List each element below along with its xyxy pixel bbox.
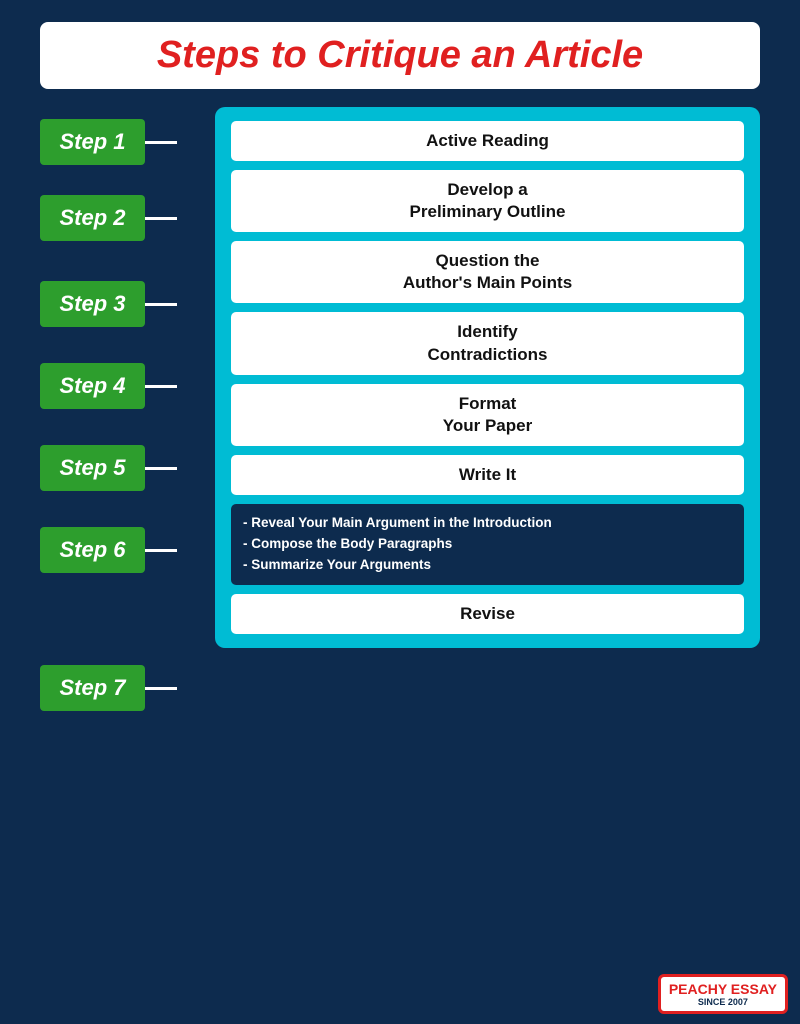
step-2-badge: Step 2 — [40, 195, 145, 241]
step-7-row: Step 7 — [40, 665, 215, 711]
write-it-sub-box: - Reveal Your Main Argument in the Intro… — [231, 504, 744, 585]
step-4-row: Step 4 — [40, 363, 215, 409]
connector-2 — [145, 217, 177, 220]
connector-7 — [145, 687, 177, 690]
step-3-badge: Step 3 — [40, 281, 145, 327]
connector-3 — [145, 303, 177, 306]
logo-sub: SINCE 2007 — [669, 997, 777, 1007]
content-panel: Active Reading Develop aPreliminary Outl… — [215, 107, 760, 648]
connector-1 — [145, 141, 177, 144]
connector-4 — [145, 385, 177, 388]
question-author-box: Question theAuthor's Main Points — [231, 241, 744, 303]
main-layout: Step 1 Step 2 Step 3 Step 4 Step 5 Step … — [40, 107, 760, 721]
step-3-row: Step 3 — [40, 281, 215, 327]
step-6-badge: Step 6 — [40, 527, 145, 573]
title-box: Steps to Critique an Article — [40, 22, 760, 89]
step-4-badge: Step 4 — [40, 363, 145, 409]
step-1-row: Step 1 — [40, 119, 215, 165]
revise-box: Revise — [231, 594, 744, 634]
step-5-badge: Step 5 — [40, 445, 145, 491]
connector-5 — [145, 467, 177, 470]
connector-6 — [145, 549, 177, 552]
step-2-row: Step 2 — [40, 195, 215, 241]
steps-column: Step 1 Step 2 Step 3 Step 4 Step 5 Step … — [40, 107, 215, 721]
step-5-row: Step 5 — [40, 445, 215, 491]
active-reading-box: Active Reading — [231, 121, 744, 161]
preliminary-outline-box: Develop aPreliminary Outline — [231, 170, 744, 232]
step-6-row: Step 6 — [40, 527, 215, 573]
step-7-badge: Step 7 — [40, 665, 145, 711]
logo-main: PEACHY ESSAY — [669, 981, 777, 997]
logo: PEACHY ESSAY SINCE 2007 — [658, 974, 788, 1014]
write-it-box: Write It — [231, 455, 744, 495]
identify-contradictions-box: IdentifyContradictions — [231, 312, 744, 374]
format-paper-box: FormatYour Paper — [231, 384, 744, 446]
step-1-badge: Step 1 — [40, 119, 145, 165]
page-title: Steps to Critique an Article — [157, 34, 643, 76]
